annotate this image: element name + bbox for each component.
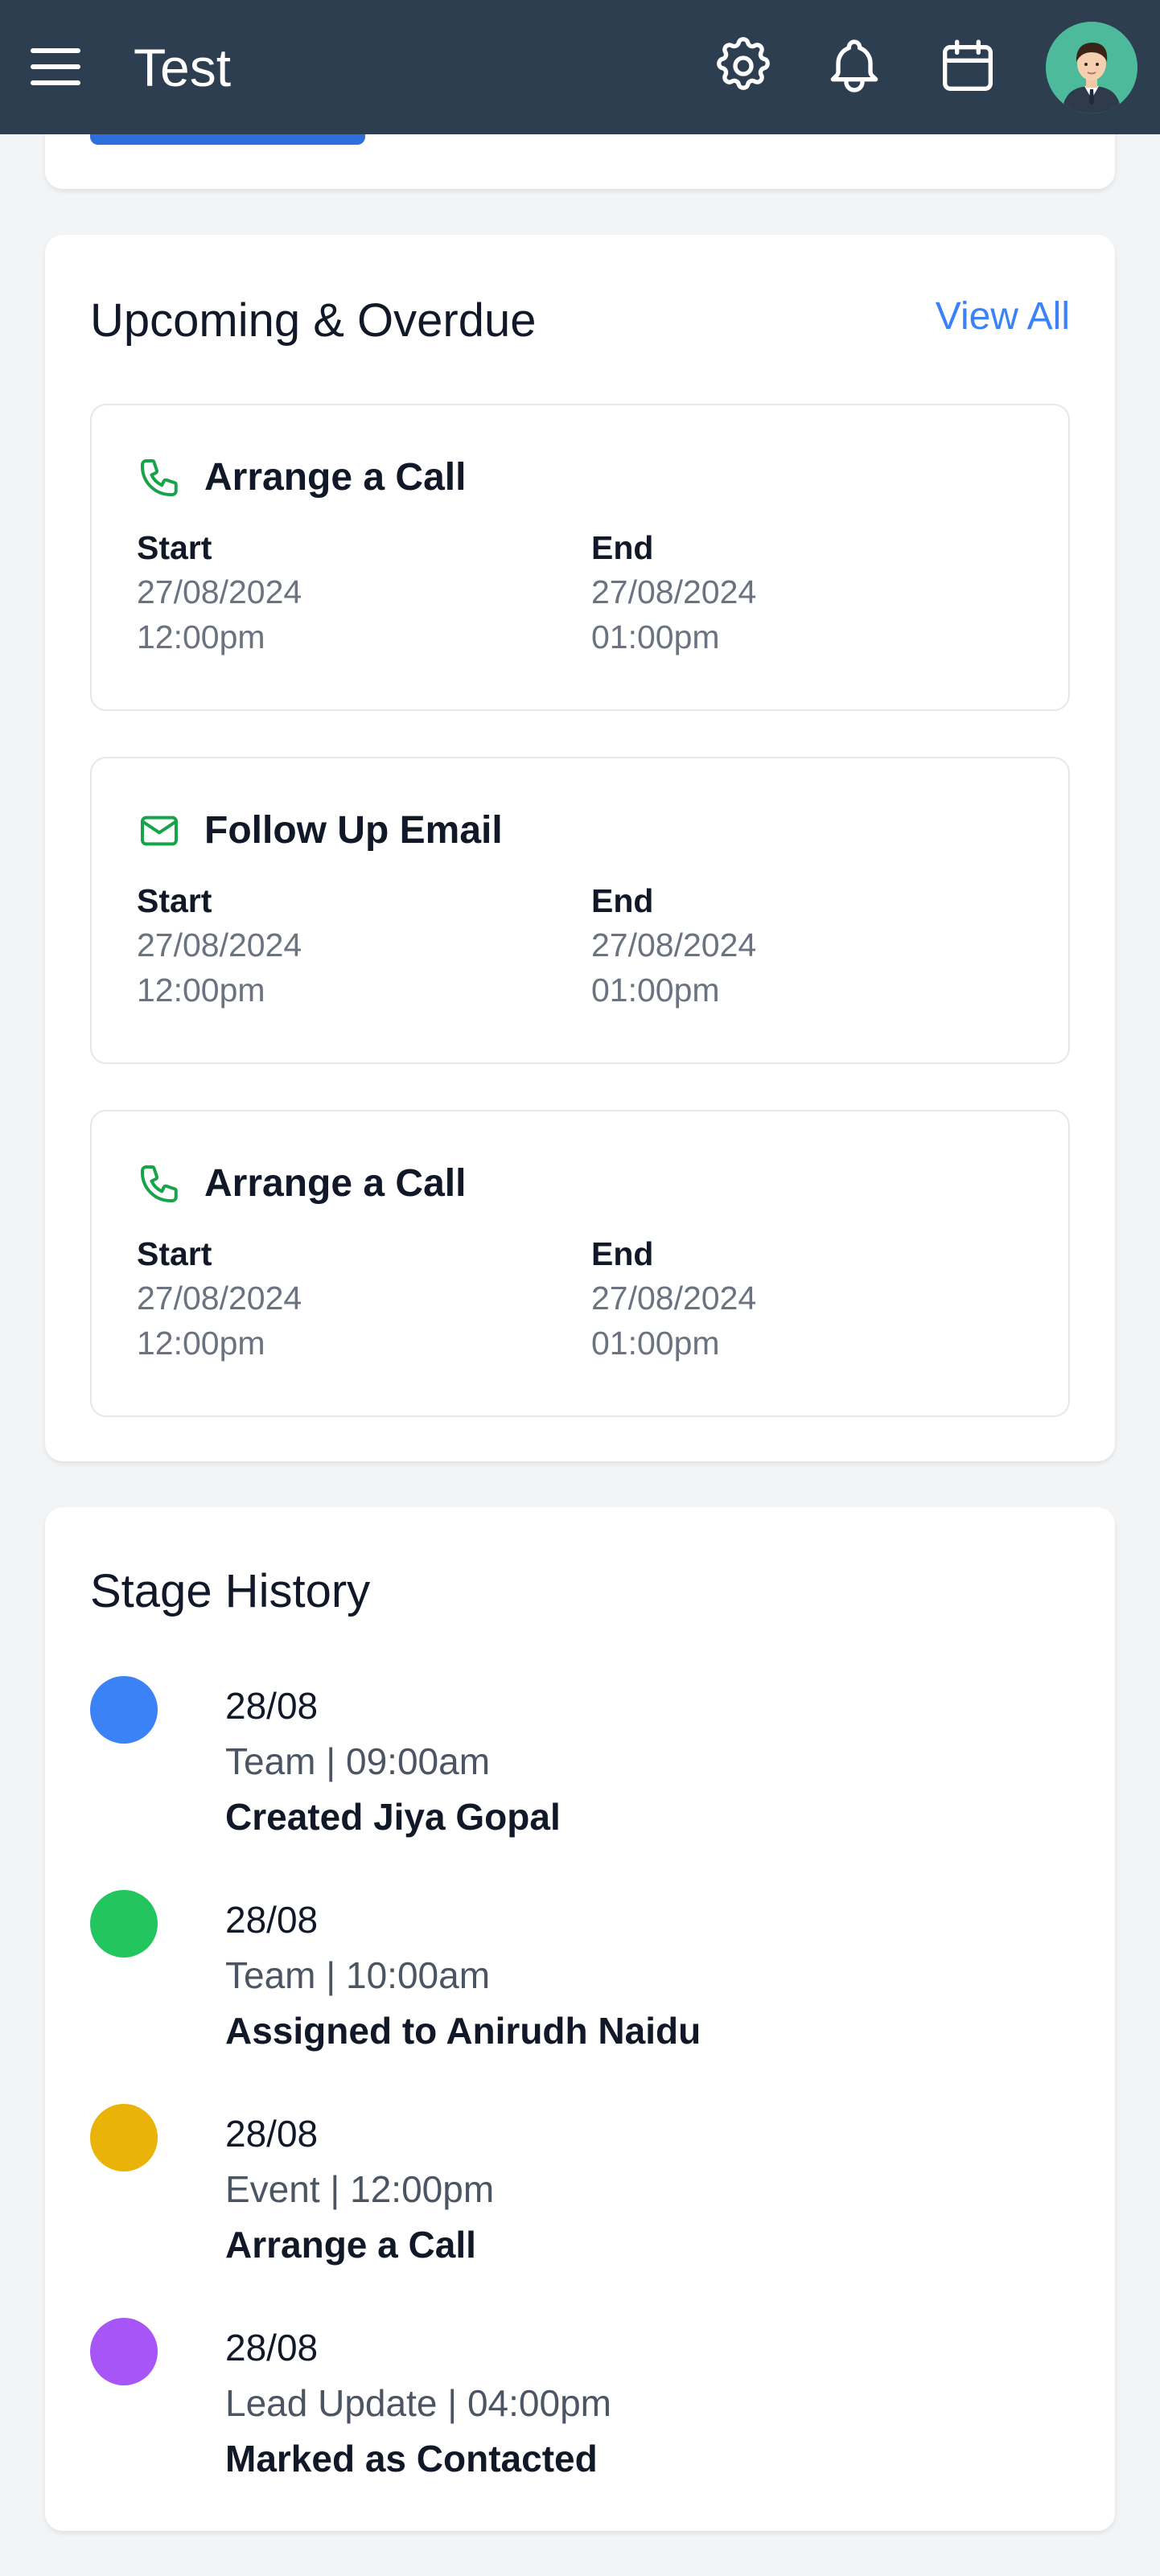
task-end: End 27/08/2024 01:00pm — [591, 526, 756, 659]
timeline-meta: Team | 10:00am — [225, 1954, 491, 1996]
timeline-meta: Team | 09:00am — [225, 1740, 491, 1782]
timeline-dot — [90, 1890, 158, 1958]
timeline-meta: Lead Update | 04:00pm — [225, 2382, 611, 2424]
end-time: 01:00pm — [591, 618, 720, 655]
task-start: Start 27/08/2024 12:00pm — [137, 1232, 302, 1366]
end-label: End — [591, 1235, 654, 1272]
task-start: Start 27/08/2024 12:00pm — [137, 526, 302, 659]
timeline-dot — [90, 2104, 158, 2171]
start-time: 12:00pm — [137, 1325, 265, 1362]
upcoming-section-title: Upcoming & Overdue — [90, 294, 537, 347]
phone-icon — [137, 1161, 182, 1206]
timeline-description: Created Jiya Gopal — [225, 1796, 561, 1838]
end-label: End — [591, 529, 654, 566]
timeline-item: 28/08 Lead Update | 04:00pm Marked as Co… — [90, 2318, 1055, 2503]
timeline-date: 28/08 — [225, 1685, 319, 1727]
task-card[interactable]: Follow Up Email Start 27/08/2024 12:00pm… — [90, 757, 1070, 1064]
timeline-description: Marked as Contacted — [225, 2438, 598, 2479]
end-time: 01:00pm — [591, 1325, 720, 1362]
timeline-item: 28/08 Event | 12:00pm Arrange a Call — [90, 2104, 1055, 2289]
timeline-dot — [90, 2318, 158, 2385]
app-title: Test — [134, 38, 232, 97]
timeline-dot — [90, 1676, 158, 1744]
mail-icon — [137, 808, 182, 853]
timeline-item: 28/08 Team | 10:00am Assigned to Anirudh… — [90, 1890, 1055, 2075]
task-title: Arrange a Call — [204, 1162, 467, 1205]
start-date: 27/08/2024 — [137, 573, 302, 610]
stage-history-title: Stage History — [90, 1565, 371, 1617]
timeline-item: 28/08 Team | 09:00am Created Jiya Gopal — [90, 1676, 1055, 1861]
user-avatar[interactable] — [1046, 22, 1137, 113]
calendar-icon[interactable] — [936, 34, 1000, 98]
timeline-description: Assigned to Anirudh Naidu — [225, 2010, 701, 2052]
start-time: 12:00pm — [137, 972, 265, 1009]
bell-icon[interactable] — [822, 34, 886, 98]
stage-history-card: Stage History 28/08 Team | 09:00am Creat… — [45, 1507, 1115, 2531]
timeline-text: 28/08 Team | 09:00am Created Jiya Gopal — [225, 1679, 561, 1843]
view-all-link[interactable]: View All — [936, 293, 1070, 341]
timeline-text: 28/08 Event | 12:00pm Arrange a Call — [225, 2107, 494, 2271]
timeline-text: 28/08 Lead Update | 04:00pm Marked as Co… — [225, 2321, 611, 2485]
timeline-date: 28/08 — [225, 2113, 319, 2155]
phone-icon — [137, 455, 182, 500]
timeline-date: 28/08 — [225, 1899, 319, 1941]
hamburger-menu-icon[interactable] — [29, 40, 82, 93]
task-card[interactable]: Arrange a Call Start 27/08/2024 12:00pm … — [90, 1110, 1070, 1417]
task-end: End 27/08/2024 01:00pm — [591, 1232, 756, 1366]
end-date: 27/08/2024 — [591, 573, 757, 610]
timeline-description: Arrange a Call — [225, 2224, 476, 2266]
upcoming-overdue-card: Upcoming & Overdue View All Arrange a Ca… — [45, 235, 1115, 1461]
task-card[interactable]: Arrange a Call Start 27/08/2024 12:00pm … — [90, 404, 1070, 711]
task-end: End 27/08/2024 01:00pm — [591, 879, 756, 1013]
timeline-text: 28/08 Team | 10:00am Assigned to Anirudh… — [225, 1893, 701, 2057]
top-app-bar: Test — [0, 0, 1160, 134]
start-label: Start — [137, 1235, 212, 1272]
end-time: 01:00pm — [591, 972, 720, 1009]
start-label: Start — [137, 529, 212, 566]
gear-icon[interactable] — [711, 34, 775, 98]
start-date: 27/08/2024 — [137, 1280, 302, 1317]
task-title: Follow Up Email — [204, 809, 503, 852]
end-label: End — [591, 882, 654, 919]
task-title: Arrange a Call — [204, 456, 467, 499]
task-start: Start 27/08/2024 12:00pm — [137, 879, 302, 1013]
end-date: 27/08/2024 — [591, 926, 757, 963]
start-time: 12:00pm — [137, 618, 265, 655]
end-date: 27/08/2024 — [591, 1280, 757, 1317]
start-date: 27/08/2024 — [137, 926, 302, 963]
timeline-date: 28/08 — [225, 2327, 319, 2369]
timeline-meta: Event | 12:00pm — [225, 2168, 495, 2210]
start-label: Start — [137, 882, 212, 919]
